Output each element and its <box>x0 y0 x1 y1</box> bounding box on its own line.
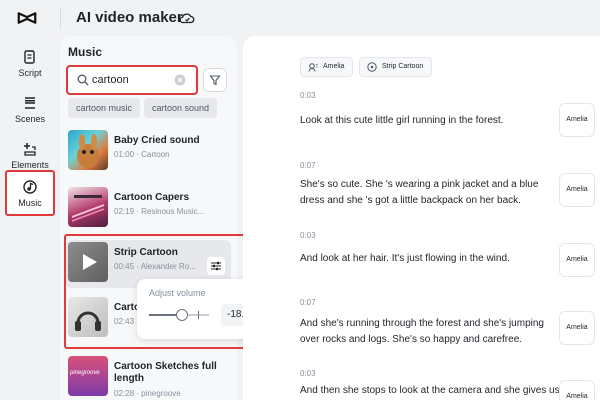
script-icon <box>24 49 35 64</box>
track-name: Cartoon Sketches full length <box>114 361 217 384</box>
sidebar-item-script[interactable]: Script <box>5 40 55 86</box>
album-art-image <box>71 195 105 222</box>
panel-title: Music <box>68 45 103 59</box>
scenes-icon <box>25 96 35 109</box>
voice-icon <box>308 63 318 72</box>
thumb-brand-text: pinegroove <box>70 370 100 376</box>
music-pill[interactable]: Strip Cartoon <box>359 57 433 77</box>
suggestion-chip[interactable]: cartoon sound <box>144 98 218 118</box>
segment-timestamp: 0:07 <box>300 161 316 170</box>
segment-text[interactable]: And she's running through the forest and… <box>300 316 560 348</box>
script-editor: Amelia Strip Cartoon 0:03 Look at this c… <box>243 36 600 400</box>
page-title: AI video maker <box>76 9 183 26</box>
speaker-button[interactable]: Amelia <box>559 243 595 277</box>
track-item[interactable]: Baby Cried sound 01:00 · Cartoon <box>66 128 231 176</box>
voice-pill[interactable]: Amelia <box>300 57 354 77</box>
sidebar-item-label: Script <box>18 67 42 78</box>
capcut-logo-icon[interactable] <box>16 7 38 29</box>
track-thumbnail <box>68 130 108 170</box>
top-bar: AI video maker <box>0 0 600 36</box>
voice-pill-label: Amelia <box>323 63 345 70</box>
elements-icon <box>24 142 36 156</box>
music-disc-icon <box>367 62 377 72</box>
cartoon-character-image <box>77 134 99 168</box>
track-name: Cartoon Capers <box>114 192 190 203</box>
segment-timestamp: 0:07 <box>300 298 316 307</box>
sidebar-item-scenes[interactable]: Scenes <box>5 86 55 132</box>
music-nav-highlight <box>5 170 55 216</box>
track-meta: 02:28 · pinegroove <box>114 389 181 398</box>
search-highlight <box>66 65 198 95</box>
track-thumbnail: pinegroove <box>68 356 108 396</box>
sidebar-nav: Script Scenes Elements Music <box>0 36 60 400</box>
track-item[interactable]: pinegroove Cartoon Sketches full length … <box>66 354 231 400</box>
music-pill-label: Strip Cartoon <box>382 63 424 70</box>
track-meta: 02:19 · Resinous Music... <box>114 207 205 216</box>
segment-text[interactable]: Look at this cute little girl running in… <box>300 113 560 129</box>
track-meta: 01:00 · Cartoon <box>114 150 170 159</box>
sidebar-item-label: Elements <box>11 159 49 170</box>
segment-text[interactable]: And then she stops to look at the camera… <box>300 383 560 399</box>
cloud-sync-icon[interactable] <box>178 9 196 27</box>
segment-text[interactable]: She's so cute. She 's wearing a pink jac… <box>300 177 560 209</box>
suggestion-chip[interactable]: cartoon music <box>68 98 141 118</box>
speaker-button[interactable]: Amelia <box>559 103 595 137</box>
sidebar-item-label: Scenes <box>14 113 46 124</box>
segment-timestamp: 0:03 <box>300 91 316 100</box>
track-item[interactable]: Cartoon Capers 02:19 · Resinous Music... <box>66 185 231 233</box>
speaker-button[interactable]: Amelia <box>559 380 595 400</box>
header-divider <box>60 8 61 28</box>
track-thumbnail <box>68 187 108 227</box>
filter-button[interactable] <box>203 68 227 92</box>
segment-text[interactable]: And look at her hair. It's just flowing … <box>300 251 560 267</box>
speaker-button[interactable]: Amelia <box>559 311 595 345</box>
filter-icon <box>209 75 221 86</box>
segment-timestamp: 0:03 <box>300 369 316 378</box>
track-name: Baby Cried sound <box>114 135 200 146</box>
segment-timestamp: 0:03 <box>300 231 316 240</box>
speaker-button[interactable]: Amelia <box>559 173 595 207</box>
